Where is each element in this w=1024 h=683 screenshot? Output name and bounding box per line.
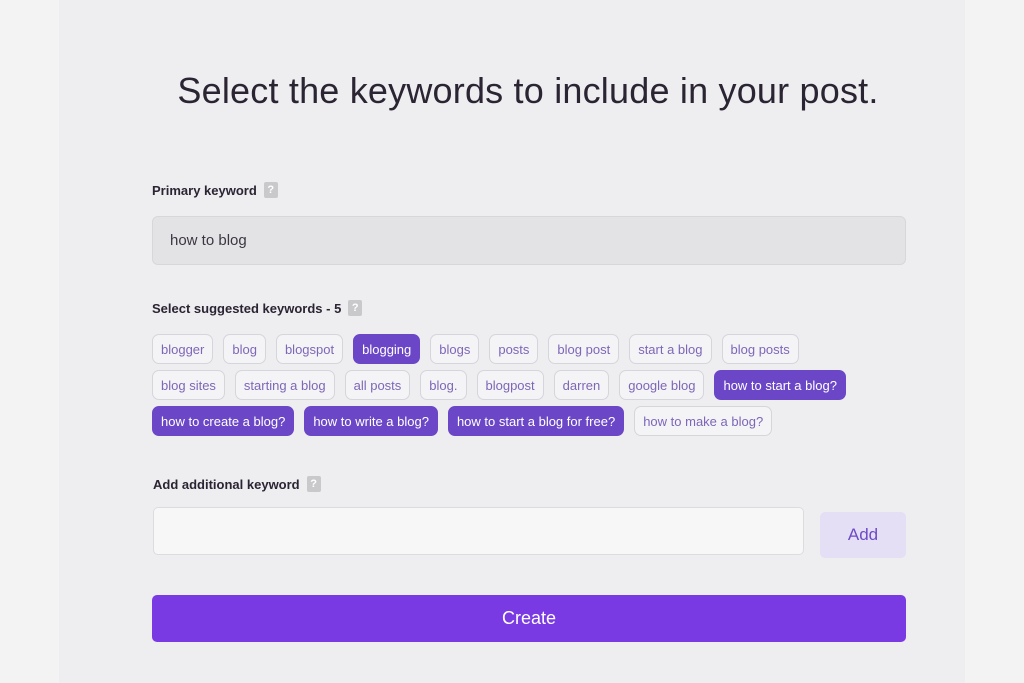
- keyword-chip[interactable]: blogging: [353, 334, 421, 364]
- keyword-chip[interactable]: darren: [553, 370, 610, 400]
- keyword-chip[interactable]: blog sites: [152, 370, 225, 400]
- keyword-chip[interactable]: blog post: [548, 334, 620, 364]
- additional-keyword-label-text: Add additional keyword: [153, 476, 300, 492]
- add-keyword-button[interactable]: Add: [820, 512, 906, 558]
- primary-keyword-label-text: Primary keyword: [152, 182, 257, 198]
- keyword-chip-row: blogger blog blogspot blogging blogs posts blo…: [152, 334, 912, 364]
- keyword-chip-row: blog sites starting a blog all posts blog. b…: [152, 370, 912, 400]
- additional-keyword-label: Add additional keyword ?: [153, 476, 321, 492]
- suggested-keywords-label-text: Select suggested keywords - 5: [152, 300, 342, 316]
- keyword-chip[interactable]: blog: [223, 334, 266, 364]
- keyword-chip[interactable]: how to make a blog?: [634, 406, 773, 436]
- keyword-chip[interactable]: google blog: [619, 370, 705, 400]
- create-button[interactable]: Create: [152, 595, 906, 642]
- primary-keyword-value: how to blog: [170, 232, 247, 249]
- suggested-keywords-list: blogger blog blogspot blogging blogs posts blo…: [152, 334, 912, 442]
- keyword-chip[interactable]: start a blog: [629, 334, 712, 364]
- help-icon[interactable]: ?: [348, 300, 363, 316]
- keyword-chip[interactable]: how to start a blog?: [714, 370, 846, 400]
- keyword-chip[interactable]: blogs: [430, 334, 480, 364]
- keyword-chip[interactable]: blogpost: [476, 370, 544, 400]
- primary-keyword-field[interactable]: how to blog: [152, 216, 906, 265]
- keyword-chip-row: how to create a blog? how to write a blog…: [152, 406, 912, 436]
- keyword-chip[interactable]: starting a blog: [234, 370, 335, 400]
- help-icon[interactable]: ?: [306, 476, 321, 492]
- keyword-chip[interactable]: all posts: [344, 370, 411, 400]
- keyword-chip[interactable]: blog posts: [721, 334, 799, 364]
- keyword-chip[interactable]: how to create a blog?: [152, 406, 295, 436]
- primary-keyword-label: Primary keyword ?: [152, 182, 278, 198]
- keyword-chip[interactable]: blog.: [420, 370, 467, 400]
- keyword-chip[interactable]: blogger: [152, 334, 214, 364]
- keyword-chip[interactable]: posts: [489, 334, 539, 364]
- additional-keyword-input[interactable]: [153, 507, 804, 555]
- suggested-keywords-label: Select suggested keywords - 5 ?: [152, 300, 363, 316]
- keyword-chip[interactable]: blogspot: [275, 334, 344, 364]
- keyword-chip[interactable]: how to start a blog for free?: [447, 406, 625, 436]
- help-icon[interactable]: ?: [263, 182, 278, 198]
- page-title: Select the keywords to include in your p…: [177, 70, 879, 111]
- keyword-chip[interactable]: how to write a blog?: [304, 406, 438, 436]
